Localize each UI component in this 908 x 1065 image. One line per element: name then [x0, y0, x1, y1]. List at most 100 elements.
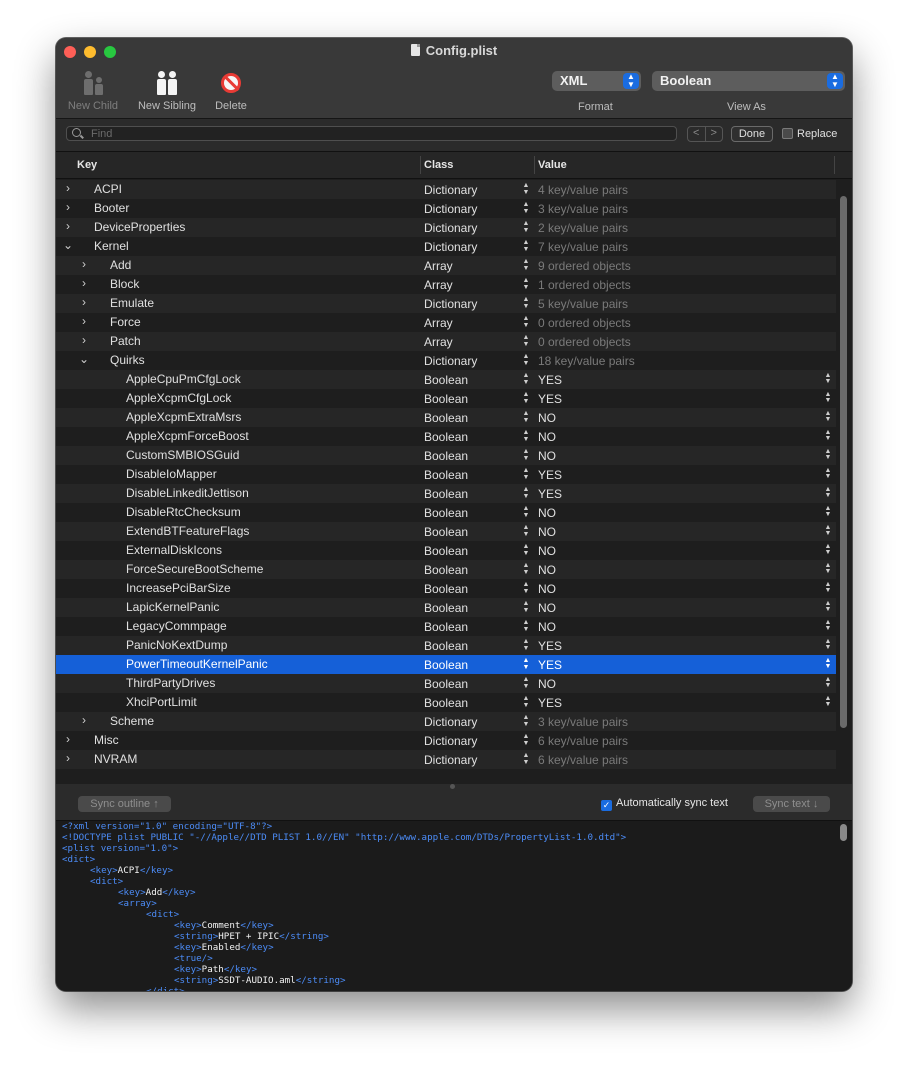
auto-sync-toggle[interactable]: ✓ Automatically sync text [601, 797, 728, 811]
row-class[interactable]: Dictionary [424, 202, 477, 216]
value-popup-icon[interactable]: ▲ ▼ [824, 581, 832, 596]
row-class[interactable]: Dictionary [424, 183, 477, 197]
disclosure-collapsed-icon[interactable]: › [62, 200, 74, 214]
disclosure-expanded-icon[interactable]: ⌄ [78, 352, 90, 366]
row-key[interactable]: PowerTimeoutKernelPanic [126, 657, 268, 671]
column-divider[interactable] [834, 156, 835, 174]
row-class[interactable]: Dictionary [424, 715, 477, 729]
class-stepper-icon[interactable]: ▲ ▼ [522, 372, 530, 386]
row-key[interactable]: Emulate [110, 296, 154, 310]
column-divider[interactable] [420, 156, 421, 174]
class-stepper-icon[interactable]: ▲ ▼ [522, 201, 530, 215]
outline-row[interactable]: ⌄ Kernel Dictionary ▲ ▼ 7 key/value pairs [56, 237, 836, 256]
row-class[interactable]: Array [424, 259, 453, 273]
value-popup-icon[interactable]: ▲ ▼ [824, 657, 832, 672]
class-stepper-icon[interactable]: ▲ ▼ [522, 220, 530, 234]
class-stepper-icon[interactable]: ▲ ▼ [522, 676, 530, 690]
xml-scrollbar-thumb[interactable] [840, 824, 847, 841]
outline-row[interactable]: AppleCpuPmCfgLock Boolean ▲ ▼ YES ▲ ▼ [56, 370, 836, 389]
outline-row[interactable]: IncreasePciBarSize Boolean ▲ ▼ NO ▲ ▼ [56, 579, 836, 598]
replace-checkbox[interactable] [782, 128, 793, 139]
row-value[interactable]: NO [538, 506, 556, 520]
row-key[interactable]: Quirks [110, 353, 145, 367]
row-value[interactable]: YES [538, 639, 562, 653]
row-value[interactable]: YES [538, 658, 562, 672]
outline-row[interactable]: › Block Array ▲ ▼ 1 ordered objects [56, 275, 836, 294]
row-class[interactable]: Dictionary [424, 221, 477, 235]
class-stepper-icon[interactable]: ▲ ▼ [522, 657, 530, 671]
disclosure-collapsed-icon[interactable]: › [78, 276, 90, 290]
class-stepper-icon[interactable]: ▲ ▼ [522, 581, 530, 595]
row-class[interactable]: Array [424, 316, 453, 330]
disclosure-collapsed-icon[interactable]: › [62, 219, 74, 233]
class-stepper-icon[interactable]: ▲ ▼ [522, 353, 530, 367]
disclosure-collapsed-icon[interactable]: › [78, 295, 90, 309]
outline-row[interactable]: LapicKernelPanic Boolean ▲ ▼ NO ▲ ▼ [56, 598, 836, 617]
disclosure-collapsed-icon[interactable]: › [78, 314, 90, 328]
row-key[interactable]: AppleXcpmForceBoost [126, 429, 249, 443]
row-key[interactable]: DisableLinkeditJettison [126, 486, 249, 500]
disclosure-collapsed-icon[interactable]: › [62, 732, 74, 746]
row-value[interactable]: YES [538, 373, 562, 387]
outline-row[interactable]: › DeviceProperties Dictionary ▲ ▼ 2 key/value… [56, 218, 836, 237]
class-stepper-icon[interactable]: ▲ ▼ [522, 239, 530, 253]
class-stepper-icon[interactable]: ▲ ▼ [522, 505, 530, 519]
row-value[interactable]: YES [538, 392, 562, 406]
row-key[interactable]: ForceSecureBootScheme [126, 562, 263, 576]
outline-row[interactable]: › Scheme Dictionary ▲ ▼ 3 key/value pairs [56, 712, 836, 731]
row-class[interactable]: Boolean [424, 468, 468, 482]
find-field[interactable] [66, 126, 677, 141]
sync-text-button[interactable]: Sync text ↓ [753, 796, 830, 812]
row-value[interactable]: YES [538, 487, 562, 501]
find-input[interactable] [91, 127, 651, 140]
row-key[interactable]: Add [110, 258, 131, 272]
value-popup-icon[interactable]: ▲ ▼ [824, 391, 832, 406]
row-class[interactable]: Boolean [424, 392, 468, 406]
new-child-button[interactable]: New Child [65, 66, 121, 112]
row-value[interactable]: NO [538, 620, 556, 634]
disclosure-collapsed-icon[interactable]: › [78, 257, 90, 271]
value-popup-icon[interactable]: ▲ ▼ [824, 505, 832, 520]
row-class[interactable]: Boolean [424, 411, 468, 425]
value-popup-icon[interactable]: ▲ ▼ [824, 524, 832, 539]
value-popup-icon[interactable]: ▲ ▼ [824, 486, 832, 501]
format-popup[interactable]: XML ▲ ▼ [552, 71, 641, 91]
row-class[interactable]: Boolean [424, 582, 468, 596]
row-value[interactable]: NO [538, 563, 556, 577]
class-stepper-icon[interactable]: ▲ ▼ [522, 695, 530, 709]
row-class[interactable]: Boolean [424, 696, 468, 710]
column-header-class[interactable]: Class [424, 159, 453, 171]
class-stepper-icon[interactable]: ▲ ▼ [522, 524, 530, 538]
done-button[interactable]: Done [731, 126, 773, 142]
class-stepper-icon[interactable]: ▲ ▼ [522, 296, 530, 310]
row-key[interactable]: IncreasePciBarSize [126, 581, 231, 595]
row-class[interactable]: Dictionary [424, 240, 477, 254]
row-class[interactable]: Dictionary [424, 297, 477, 311]
outline-row[interactable]: › Force Array ▲ ▼ 0 ordered objects [56, 313, 836, 332]
row-class[interactable]: Dictionary [424, 753, 477, 767]
column-divider[interactable] [534, 156, 535, 174]
row-key[interactable]: ACPI [94, 182, 122, 196]
row-class[interactable]: Boolean [424, 544, 468, 558]
class-stepper-icon[interactable]: ▲ ▼ [522, 334, 530, 348]
value-popup-icon[interactable]: ▲ ▼ [824, 619, 832, 634]
row-key[interactable]: Scheme [110, 714, 154, 728]
outline-row[interactable]: › NVRAM Dictionary ▲ ▼ 6 key/value pairs [56, 750, 836, 769]
column-header-value[interactable]: Value [538, 159, 567, 171]
row-key[interactable]: AppleXcpmExtraMsrs [126, 410, 241, 424]
row-value[interactable]: YES [538, 696, 562, 710]
class-stepper-icon[interactable]: ▲ ▼ [522, 410, 530, 424]
class-stepper-icon[interactable]: ▲ ▼ [522, 486, 530, 500]
outline-row[interactable]: LegacyCommpage Boolean ▲ ▼ NO ▲ ▼ [56, 617, 836, 636]
row-key[interactable]: AppleXcpmCfgLock [126, 391, 231, 405]
row-class[interactable]: Boolean [424, 373, 468, 387]
outline-row[interactable]: › Add Array ▲ ▼ 9 ordered objects [56, 256, 836, 275]
row-key[interactable]: ExternalDiskIcons [126, 543, 222, 557]
sync-outline-button[interactable]: Sync outline ↑ [78, 796, 171, 812]
outline-row[interactable]: DisableRtcChecksum Boolean ▲ ▼ NO ▲ ▼ [56, 503, 836, 522]
row-class[interactable]: Array [424, 278, 453, 292]
value-popup-icon[interactable]: ▲ ▼ [824, 562, 832, 577]
row-value[interactable]: NO [538, 411, 556, 425]
row-class[interactable]: Boolean [424, 601, 468, 615]
class-stepper-icon[interactable]: ▲ ▼ [522, 752, 530, 766]
